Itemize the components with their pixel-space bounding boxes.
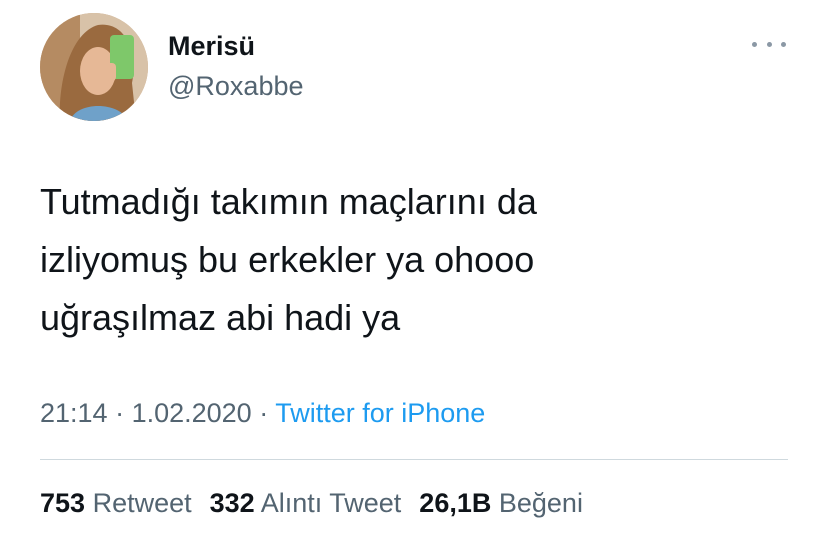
quote-tweet-stat[interactable]: 332 Alıntı Tweet <box>210 483 402 523</box>
quote-tweet-label: Alıntı Tweet <box>260 488 402 518</box>
tweet-source-link[interactable]: Twitter for iPhone <box>275 398 485 428</box>
author-handle[interactable]: @Roxabbe <box>168 70 304 102</box>
more-dot <box>752 41 757 47</box>
like-count: 26,1B <box>419 488 492 518</box>
tweet-text-line: Tutmadığı takımın maçlarını da <box>40 181 537 222</box>
divider <box>40 459 788 460</box>
tweet-text-line: izliyomuş bu erkekler ya ohooo <box>40 239 535 280</box>
avatar[interactable] <box>40 13 148 121</box>
like-stat[interactable]: 26,1B Beğeni <box>419 483 583 523</box>
tweet-text: Tutmadığı takımın maçlarını da izliyomuş… <box>40 173 800 347</box>
retweet-count: 753 <box>40 488 86 518</box>
tweet-date[interactable]: 1.02.2020 <box>132 398 252 428</box>
quote-tweet-count: 332 <box>209 488 255 518</box>
meta-separator: · <box>251 398 276 428</box>
tweet-text-line: uğraşılmaz abi hadi ya <box>40 297 401 338</box>
like-label: Beğeni <box>498 488 583 518</box>
author-display-name[interactable]: Merisü <box>168 30 255 62</box>
more-options-icon[interactable] <box>752 34 786 54</box>
more-dot <box>781 41 786 47</box>
more-dot <box>766 41 772 47</box>
profile-photo-icon <box>40 13 148 121</box>
tweet-time[interactable]: 21:14 <box>40 398 108 428</box>
tweet-meta: 21:14 · 1.02.2020 · Twitter for iPhone <box>40 393 485 433</box>
tweet-stats: 753 Retweet 332 Alıntı Tweet 26,1B Beğen… <box>40 483 601 523</box>
retweet-stat[interactable]: 753 Retweet <box>40 483 192 523</box>
retweet-label: Retweet <box>92 488 192 518</box>
meta-separator: · <box>107 398 132 428</box>
